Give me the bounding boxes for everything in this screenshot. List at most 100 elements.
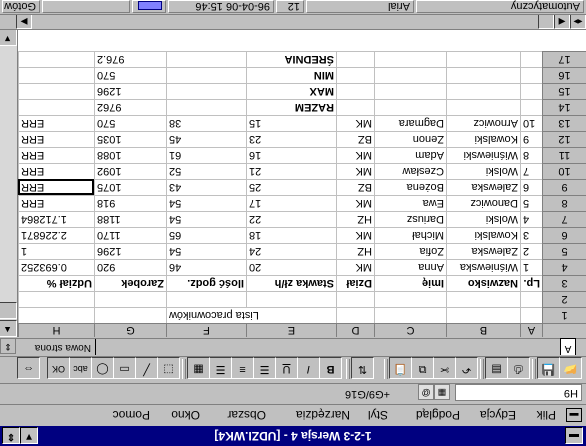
cell[interactable]: 21 — [246, 163, 336, 179]
cell[interactable] — [374, 307, 446, 323]
cell[interactable]: 25 — [246, 179, 336, 195]
vertical-scrollbar[interactable]: ▲ ▼ — [0, 29, 18, 337]
cell[interactable]: BZ — [336, 131, 374, 147]
cell[interactable] — [246, 291, 336, 307]
cell[interactable] — [166, 51, 246, 67]
cell[interactable] — [520, 99, 542, 115]
cell[interactable] — [18, 51, 94, 67]
row-header[interactable]: 8 — [542, 195, 586, 211]
cell[interactable]: 43 — [166, 179, 246, 195]
print-icon[interactable]: ⎙ — [507, 357, 530, 379]
row-header[interactable]: 5 — [542, 243, 586, 259]
cell[interactable] — [374, 51, 446, 67]
select-range-icon[interactable]: ⬚ — [157, 357, 180, 379]
preview-icon[interactable]: ▤ — [485, 357, 508, 379]
cell[interactable]: 20 — [246, 259, 336, 275]
cell[interactable]: ERR — [18, 147, 94, 163]
cell[interactable]: Wiśniewski — [446, 147, 520, 163]
menu-edycja[interactable]: Edycja — [480, 408, 516, 422]
menu-obszar[interactable]: Obszar — [227, 408, 266, 422]
row-header[interactable]: 13 — [542, 115, 586, 131]
scroll-thumb[interactable] — [0, 302, 17, 319]
cell[interactable]: Zalewska — [446, 179, 520, 195]
cell[interactable]: ERR — [18, 131, 94, 147]
cell[interactable]: 1092 — [94, 163, 166, 179]
cell-reference-box[interactable]: H9 — [455, 384, 582, 401]
cell[interactable]: BZ — [336, 179, 374, 195]
cell[interactable]: 2.226871 — [18, 227, 94, 243]
cell[interactable]: MAX — [246, 83, 336, 99]
cell[interactable]: 9 — [520, 131, 542, 147]
cell[interactable]: MK — [336, 227, 374, 243]
cell[interactable] — [446, 291, 520, 307]
cell[interactable]: 1075 — [94, 179, 166, 195]
cell[interactable] — [374, 291, 446, 307]
cell[interactable] — [166, 291, 246, 307]
cell[interactable] — [520, 67, 542, 83]
column-header[interactable]: E — [246, 323, 336, 337]
cell[interactable] — [520, 291, 542, 307]
cell[interactable]: Nazwisko — [446, 275, 520, 291]
cell[interactable]: 16 — [246, 147, 336, 163]
cell[interactable]: Wolski — [446, 163, 520, 179]
cell[interactable]: ERR — [18, 115, 94, 131]
row-header[interactable]: 2 — [542, 291, 586, 307]
cell[interactable]: Dział — [336, 275, 374, 291]
column-header[interactable]: F — [166, 323, 246, 337]
number-format-status[interactable]: Automatyczny — [416, 0, 584, 13]
cell[interactable]: Stawka zł/h — [246, 275, 336, 291]
row-header[interactable]: 6 — [542, 227, 586, 243]
document-menu-icon[interactable]: ▬ — [566, 408, 582, 422]
cell[interactable]: 22 — [246, 211, 336, 227]
cell[interactable] — [446, 99, 520, 115]
font-status[interactable]: Arial — [306, 0, 414, 13]
cell[interactable]: 54 — [166, 195, 246, 211]
cell[interactable]: 5 — [520, 195, 542, 211]
cell[interactable]: 15 — [246, 115, 336, 131]
cell[interactable] — [336, 291, 374, 307]
new-sheet-button[interactable]: Nowa strona — [13, 339, 96, 355]
cell[interactable]: MK — [336, 147, 374, 163]
cell[interactable]: Lista pracowników — [166, 307, 336, 323]
cell[interactable]: 54 — [166, 211, 246, 227]
column-header[interactable]: C — [374, 323, 446, 337]
cell[interactable]: HZ — [336, 211, 374, 227]
cell[interactable]: Czesław — [374, 163, 446, 179]
menu-pomoc[interactable]: Pomoc — [113, 408, 150, 422]
cell[interactable]: 52 — [166, 163, 246, 179]
cell[interactable] — [166, 67, 246, 83]
row-header[interactable]: 15 — [542, 83, 586, 99]
row-header[interactable]: 4 — [542, 259, 586, 275]
cell[interactable]: 3 — [520, 227, 542, 243]
cell[interactable]: RAZEM — [246, 99, 336, 115]
scroll-left-icon[interactable]: ◀ — [554, 13, 570, 29]
ok-button[interactable]: OK — [47, 357, 70, 379]
cell[interactable] — [18, 291, 94, 307]
cell[interactable] — [18, 83, 94, 99]
split-handle-icon[interactable]: ◂▸ — [570, 13, 586, 29]
cell[interactable]: 18 — [246, 227, 336, 243]
cell[interactable] — [336, 99, 374, 115]
cell[interactable]: 38 — [166, 115, 246, 131]
cell[interactable]: Wiśniewska — [446, 259, 520, 275]
row-header[interactable]: 16 — [542, 67, 586, 83]
cell[interactable]: 24 — [246, 243, 336, 259]
cell[interactable] — [166, 99, 246, 115]
cell[interactable] — [520, 83, 542, 99]
cell[interactable]: 54 — [166, 243, 246, 259]
cell[interactable]: ERR — [18, 179, 94, 195]
cell[interactable]: Ewa — [374, 195, 446, 211]
toolbar-options-icon[interactable]: ⇔ — [17, 357, 40, 379]
cell[interactable]: 570 — [94, 67, 166, 83]
number-format-icon[interactable]: ▦ — [187, 357, 210, 379]
italic-button[interactable]: I — [297, 357, 320, 379]
cell[interactable]: Lp. — [520, 275, 542, 291]
row-header[interactable]: 9 — [542, 179, 586, 195]
cell[interactable]: 1188 — [94, 211, 166, 227]
select-all-corner[interactable] — [542, 323, 586, 337]
cell[interactable]: 920 — [94, 259, 166, 275]
menu-podglad[interactable]: Podgląd — [416, 408, 460, 422]
row-header[interactable]: 17 — [542, 51, 586, 67]
cell[interactable]: Bożena — [374, 179, 446, 195]
align-right-icon[interactable]: ☰ — [209, 357, 232, 379]
